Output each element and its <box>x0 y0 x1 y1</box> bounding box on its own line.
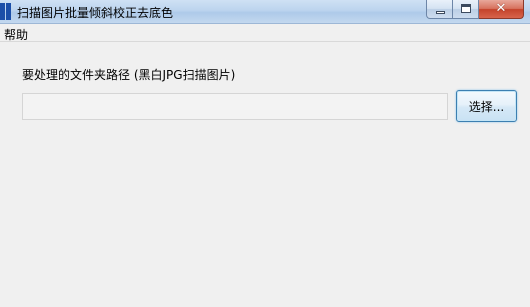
folder-path-label: 要处理的文件夹路径 (黑白JPG扫描图片) <box>22 68 236 82</box>
close-button[interactable]: ✕ <box>479 0 524 19</box>
menu-item-help[interactable]: 帮助 <box>4 26 28 43</box>
title-bar[interactable]: 扫描图片批量倾斜校正去底色 ✕ <box>0 0 530 24</box>
close-icon: ✕ <box>495 1 507 16</box>
browse-button[interactable]: 选择... <box>456 90 517 122</box>
menu-bar: 帮助 <box>0 25 530 42</box>
folder-path-input[interactable] <box>22 93 448 120</box>
minimize-icon <box>436 11 445 14</box>
maximize-icon <box>461 4 471 13</box>
app-logo-icon <box>0 3 12 20</box>
minimize-button[interactable] <box>426 0 453 19</box>
window-controls: ✕ <box>426 0 524 19</box>
window-title: 扫描图片批量倾斜校正去底色 <box>17 6 174 20</box>
maximize-button[interactable] <box>453 0 479 19</box>
